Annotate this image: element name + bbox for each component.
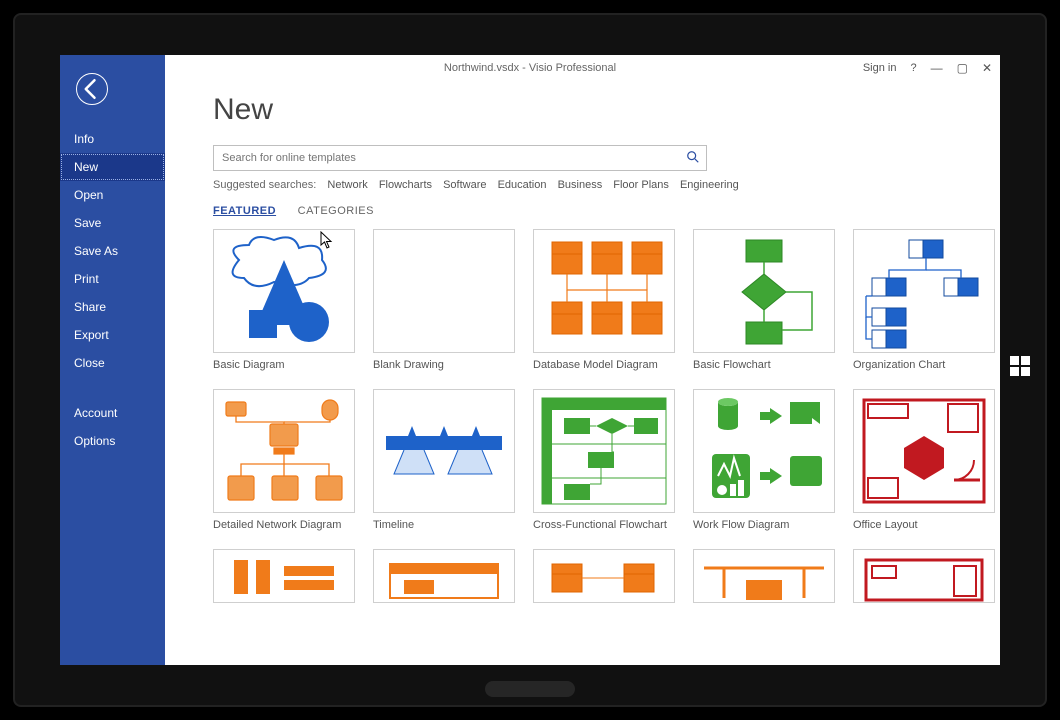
sidebar-item-save[interactable]: Save xyxy=(60,209,165,237)
sidebar-item-share[interactable]: Share xyxy=(60,293,165,321)
back-button[interactable] xyxy=(76,73,108,105)
sidebar-item-close[interactable]: Close xyxy=(60,349,165,377)
tablet-frame: Northwind.vsdx - Visio Professional Sign… xyxy=(15,15,1045,705)
home-bar xyxy=(485,681,575,697)
search-icon[interactable] xyxy=(686,150,700,167)
template-partial-3[interactable] xyxy=(533,549,673,603)
sidebar-item-new[interactable]: New xyxy=(60,153,165,181)
suggested-engineering[interactable]: Engineering xyxy=(680,179,739,191)
sidebar-item-options[interactable]: Options xyxy=(60,427,165,455)
sidebar-item-export[interactable]: Export xyxy=(60,321,165,349)
search-input[interactable] xyxy=(220,151,686,165)
template-database-model[interactable]: Database Model Diagram xyxy=(533,229,673,371)
template-partial-2[interactable] xyxy=(373,549,513,603)
maximize-button[interactable]: ▢ xyxy=(957,61,968,75)
template-basic-flowchart[interactable]: Basic Flowchart xyxy=(693,229,833,371)
template-label: Cross-Functional Flowchart xyxy=(533,519,673,531)
template-label: Database Model Diagram xyxy=(533,359,673,371)
suggested-network[interactable]: Network xyxy=(327,179,367,191)
template-partial-4[interactable] xyxy=(693,549,833,603)
suggested-software[interactable]: Software xyxy=(443,179,486,191)
main-panel: New Suggested searches: Network Flowchar… xyxy=(165,81,1000,665)
tab-categories[interactable]: CATEGORIES xyxy=(298,205,374,217)
windows-button[interactable] xyxy=(1009,355,1031,377)
template-gallery: Basic Diagram Blank Drawing xyxy=(213,229,964,531)
template-label: Timeline xyxy=(373,519,513,531)
sign-in-link[interactable]: Sign in xyxy=(863,62,897,74)
template-label: Basic Diagram xyxy=(213,359,353,371)
suggested-education[interactable]: Education xyxy=(498,179,547,191)
template-partial-1[interactable] xyxy=(213,549,353,603)
template-label: Blank Drawing xyxy=(373,359,513,371)
suggested-flowcharts[interactable]: Flowcharts xyxy=(379,179,432,191)
template-blank-drawing[interactable]: Blank Drawing xyxy=(373,229,513,371)
minimize-button[interactable]: — xyxy=(931,61,943,75)
template-cross-functional[interactable]: Cross-Functional Flowchart xyxy=(533,389,673,531)
template-label: Work Flow Diagram xyxy=(693,519,833,531)
template-label: Office Layout xyxy=(853,519,993,531)
sidebar-item-account[interactable]: Account xyxy=(60,399,165,427)
sidebar-item-info[interactable]: Info xyxy=(60,125,165,153)
suggested-business[interactable]: Business xyxy=(558,179,603,191)
template-office-layout[interactable]: Office Layout xyxy=(853,389,993,531)
close-button[interactable]: ✕ xyxy=(982,61,992,75)
template-partial-5[interactable] xyxy=(853,549,993,603)
tab-featured[interactable]: FEATURED xyxy=(213,205,276,217)
window-title: Northwind.vsdx - Visio Professional xyxy=(444,62,616,74)
template-tabs: FEATURED CATEGORIES xyxy=(213,205,964,217)
backstage-sidebar: Info New Open Save Save As Print Share E… xyxy=(60,55,165,665)
template-org-chart[interactable]: Organization Chart xyxy=(853,229,993,371)
sidebar-item-open[interactable]: Open xyxy=(60,181,165,209)
template-timeline[interactable]: Timeline xyxy=(373,389,513,531)
title-bar: Northwind.vsdx - Visio Professional Sign… xyxy=(60,55,1000,81)
template-work-flow[interactable]: Work Flow Diagram xyxy=(693,389,833,531)
sidebar-item-save-as[interactable]: Save As xyxy=(60,237,165,265)
suggested-searches: Suggested searches: Network Flowcharts S… xyxy=(213,179,964,191)
suggested-floorplans[interactable]: Floor Plans xyxy=(613,179,669,191)
template-detailed-network[interactable]: Detailed Network Diagram xyxy=(213,389,353,531)
template-basic-diagram[interactable]: Basic Diagram xyxy=(213,229,353,371)
app-window: Northwind.vsdx - Visio Professional Sign… xyxy=(60,55,1000,665)
template-label: Organization Chart xyxy=(853,359,993,371)
page-title: New xyxy=(213,93,964,127)
sidebar-item-print[interactable]: Print xyxy=(60,265,165,293)
suggested-label: Suggested searches: xyxy=(213,179,316,191)
template-gallery-row3 xyxy=(213,549,964,603)
template-search[interactable] xyxy=(213,145,707,171)
help-button[interactable]: ? xyxy=(910,62,916,74)
template-label: Basic Flowchart xyxy=(693,359,833,371)
template-label: Detailed Network Diagram xyxy=(213,519,353,531)
